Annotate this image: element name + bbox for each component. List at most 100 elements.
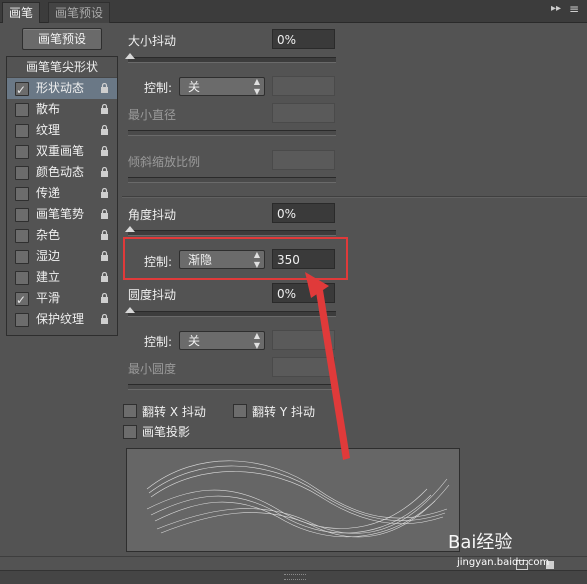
list-item-label: 形状动态 [36, 81, 85, 95]
brush-stroke-preview [126, 448, 460, 552]
lock-icon[interactable] [100, 293, 109, 303]
checkbox[interactable] [15, 166, 29, 180]
control-label-3: 控制: [144, 335, 173, 349]
checkbox[interactable]: ✓ [15, 82, 29, 97]
list-item[interactable]: 画笔笔势 [7, 204, 117, 225]
flip-x-label: 翻转 X 抖动 [142, 405, 206, 419]
list-item[interactable]: 杂色 [7, 225, 117, 246]
checkmark-icon: ✓ [16, 293, 27, 307]
list-item[interactable]: 传递 [7, 183, 117, 204]
angle-jitter-label: 角度抖动 [128, 208, 177, 222]
updown-arrow-icon: ▲ ▼ [253, 77, 260, 96]
updown-arrow-icon: ▲ ▼ [253, 331, 260, 350]
brush-projection-checkbox[interactable] [123, 425, 137, 439]
lock-icon[interactable] [100, 230, 109, 240]
checkbox[interactable] [15, 271, 29, 285]
brush-panel: 画笔 画笔预设 ▸▸ ≡ 画笔预设 画笔笔尖形状 ✓ 形状动态散布纹理双重画笔颜色… [0, 0, 587, 584]
control-select-3-value: 关 [188, 334, 201, 348]
lock-icon[interactable] [100, 146, 109, 156]
list-item[interactable]: 建立 [7, 267, 117, 288]
checkbox[interactable] [15, 124, 29, 138]
lock-icon[interactable] [100, 167, 109, 177]
lock-icon[interactable] [100, 188, 109, 198]
list-item-label: 散布 [36, 102, 61, 116]
list-item-label: 保护纹理 [36, 312, 85, 326]
roundness-jitter-input[interactable]: 0% [272, 283, 335, 303]
list-item-label: 平滑 [36, 291, 61, 305]
slider-knob-icon[interactable] [125, 53, 135, 59]
checkbox[interactable] [15, 103, 29, 117]
tab-brush[interactable]: 画笔 [2, 2, 41, 23]
list-item-label: 传递 [36, 186, 61, 200]
checkmark-icon: ✓ [16, 83, 27, 97]
control-select-3[interactable]: 关 ▲ ▼ [179, 331, 265, 350]
divider [122, 196, 587, 198]
flip-y-label: 翻转 Y 抖动 [252, 405, 315, 419]
size-jitter-input[interactable]: 0% [272, 29, 335, 49]
resize-grip-icon[interactable] [284, 574, 306, 580]
checkbox[interactable] [15, 208, 29, 222]
menu-list-icon[interactable]: ≡ [569, 2, 579, 16]
roundness-jitter-label: 圆度抖动 [128, 288, 177, 302]
brush-stroke-preview-graphic [146, 460, 450, 538]
checkbox[interactable] [15, 229, 29, 243]
list-item-label: 纹理 [36, 123, 61, 137]
list-item-label: 颜色动态 [36, 165, 85, 179]
list-item[interactable]: 颜色动态 [7, 162, 117, 183]
tab-brush-presets[interactable]: 画笔预设 [48, 2, 111, 23]
lock-icon[interactable] [100, 209, 109, 219]
min-roundness-input [272, 357, 335, 377]
min-roundness-slider [128, 384, 336, 390]
min-diameter-label: 最小直径 [128, 108, 177, 122]
brush-settings-list: 画笔笔尖形状 ✓ 形状动态散布纹理双重画笔颜色动态传递画笔笔势杂色湿边建立 ✓ 平滑保… [6, 56, 118, 336]
slider-knob-icon[interactable] [125, 226, 135, 232]
size-jitter-slider[interactable] [125, 53, 336, 63]
lock-icon[interactable] [100, 314, 109, 324]
list-item-label: 杂色 [36, 228, 61, 242]
lock-icon[interactable] [100, 251, 109, 261]
list-item-label: 建立 [36, 270, 61, 284]
double-chevron-right-icon[interactable]: ▸▸ [551, 3, 561, 14]
min-roundness-label: 最小圆度 [128, 362, 177, 376]
watermark-url: jingyan.baidu.com [457, 557, 550, 568]
control-label-1: 控制: [144, 81, 173, 95]
checkbox[interactable] [15, 313, 29, 327]
list-item[interactable]: 纹理 [7, 120, 117, 141]
lock-icon[interactable] [100, 125, 109, 135]
lock-icon[interactable] [100, 104, 109, 114]
lock-icon[interactable] [100, 83, 109, 93]
brush-projection-label: 画笔投影 [142, 425, 191, 439]
watermark-logo: Bai经验 [448, 532, 513, 553]
brush-tip-shape-header[interactable]: 画笔笔尖形状 [7, 57, 117, 78]
size-jitter-label: 大小抖动 [128, 34, 177, 48]
control-select-1-value: 关 [188, 80, 201, 94]
control-select-1[interactable]: 关 ▲ ▼ [179, 77, 265, 96]
tilt-scale-input [272, 150, 335, 170]
tilt-scale-slider [128, 177, 336, 183]
slider-knob-icon[interactable] [125, 307, 135, 313]
list-item[interactable]: 散布 [7, 99, 117, 120]
tab-bar: 画笔 画笔预设 ▸▸ ≡ [0, 0, 587, 23]
checkbox[interactable] [15, 187, 29, 201]
highlight-annotation-box [123, 237, 348, 280]
list-item-label: 双重画笔 [36, 144, 85, 158]
list-item[interactable]: ✓ 平滑 [7, 288, 117, 309]
control-amount-3 [272, 330, 335, 350]
checkbox[interactable]: ✓ [15, 292, 29, 307]
list-item[interactable]: 湿边 [7, 246, 117, 267]
list-item[interactable]: 保护纹理 [7, 309, 117, 330]
control-amount-1 [272, 76, 335, 96]
brush-presets-button[interactable]: 画笔预设 [22, 28, 102, 50]
flip-x-checkbox[interactable] [123, 404, 137, 418]
checkbox[interactable] [15, 250, 29, 264]
list-item[interactable]: 双重画笔 [7, 141, 117, 162]
roundness-jitter-slider[interactable] [125, 307, 336, 317]
lock-icon[interactable] [100, 272, 109, 282]
list-item[interactable]: ✓ 形状动态 [7, 78, 117, 99]
tilt-scale-label: 倾斜缩放比例 [128, 155, 201, 169]
angle-jitter-input[interactable]: 0% [272, 203, 335, 223]
flip-y-checkbox[interactable] [233, 404, 247, 418]
min-diameter-input [272, 103, 335, 123]
angle-jitter-slider[interactable] [125, 226, 336, 236]
checkbox[interactable] [15, 145, 29, 159]
